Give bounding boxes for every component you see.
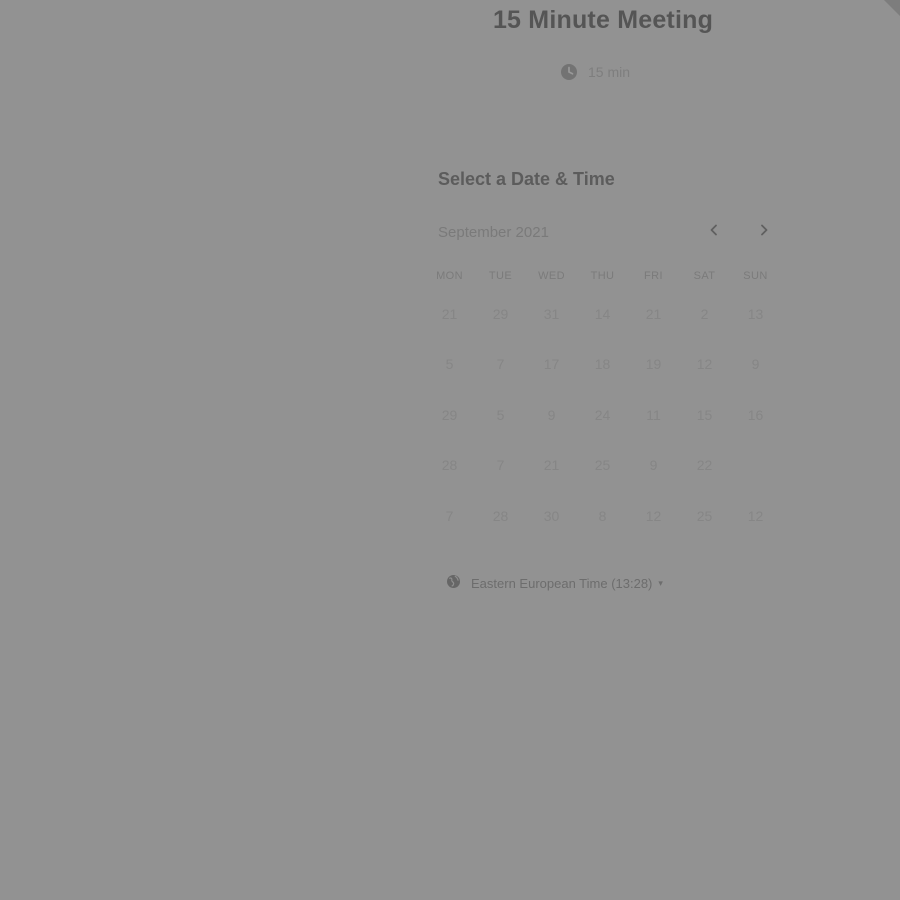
calendar-day[interactable]: 7	[475, 449, 526, 499]
calendar-day[interactable]: 31	[526, 298, 577, 348]
weekday-label: SAT	[693, 270, 716, 282]
calendar-day[interactable]: 7	[424, 500, 475, 550]
weekday-label: WED	[538, 270, 565, 282]
calendar-grid: 21 29 31 14 21 2 13 5 7 17 18 19 12 9 29…	[424, 298, 781, 550]
event-title: 15 Minute Meeting	[492, 6, 714, 34]
weekday-label: MON	[436, 270, 463, 282]
weekday-label: THU	[590, 270, 615, 282]
calendar-day[interactable]: 17	[526, 348, 577, 398]
calendar-day[interactable]: 22	[679, 449, 730, 499]
corner-fold	[884, 0, 900, 16]
calendar-day[interactable]: 11	[628, 399, 679, 449]
calendar-day[interactable]: 14	[577, 298, 628, 348]
booking-page-overlay: 15 Minute Meeting 15 min Select a Date &…	[0, 0, 900, 900]
calendar-day[interactable]: 29	[424, 399, 475, 449]
calendar-day[interactable]: 7	[475, 348, 526, 398]
calendar-day[interactable]: 9	[628, 449, 679, 499]
calendar-day[interactable]: 30	[526, 500, 577, 550]
calendar-day[interactable]: 5	[475, 399, 526, 449]
chevron-left-icon	[708, 223, 720, 241]
calendar-day[interactable]: 12	[730, 500, 781, 550]
chevron-right-icon	[758, 223, 770, 241]
calendar-day[interactable]: 21	[628, 298, 679, 348]
calendar-day[interactable]: 15	[679, 399, 730, 449]
calendar-day[interactable]: 28	[475, 500, 526, 550]
calendar-day[interactable]: 19	[628, 348, 679, 398]
calendar-day[interactable]: 21	[526, 449, 577, 499]
weekday-label: FRI	[644, 270, 663, 282]
calendar-day[interactable]	[730, 449, 781, 499]
globe-icon	[446, 574, 461, 592]
next-month-button[interactable]	[752, 220, 776, 244]
calendar-day[interactable]: 9	[526, 399, 577, 449]
current-month-label: September 2021	[438, 223, 549, 241]
timezone-label: Eastern European Time (13:28)	[471, 575, 653, 591]
calendar-day[interactable]: 5	[424, 348, 475, 398]
calendar-day[interactable]: 12	[679, 348, 730, 398]
weekday-label: SUN	[743, 270, 768, 282]
calendar-day[interactable]: 24	[577, 399, 628, 449]
duration-label: 15 min	[588, 64, 631, 80]
calendar-day[interactable]: 25	[577, 449, 628, 499]
calendar-day[interactable]: 28	[424, 449, 475, 499]
calendar-day[interactable]: 8	[577, 500, 628, 550]
calendar-day[interactable]: 2	[679, 298, 730, 348]
caret-down-icon: ▾	[658, 577, 663, 588]
calendar-day[interactable]: 9	[730, 348, 781, 398]
weekday-label: TUE	[488, 270, 513, 282]
calendar-day[interactable]: 25	[679, 500, 730, 550]
weekday-header: MON TUE WED THU FRI SAT SUN	[424, 270, 781, 282]
calendar-day[interactable]: 29	[475, 298, 526, 348]
previous-month-button[interactable]	[702, 220, 726, 244]
calendar-day[interactable]: 18	[577, 348, 628, 398]
calendar-day[interactable]: 16	[730, 399, 781, 449]
calendar-day[interactable]: 13	[730, 298, 781, 348]
clock-icon	[560, 63, 578, 81]
calendar-day[interactable]: 12	[628, 500, 679, 550]
month-navigation: September 2021	[438, 220, 778, 244]
timezone-selector[interactable]: Eastern European Time (13:28) ▾	[446, 574, 663, 592]
event-duration: 15 min	[560, 60, 630, 84]
date-time-heading: Select a Date & Time	[438, 169, 615, 189]
calendar-day[interactable]: 21	[424, 298, 475, 348]
